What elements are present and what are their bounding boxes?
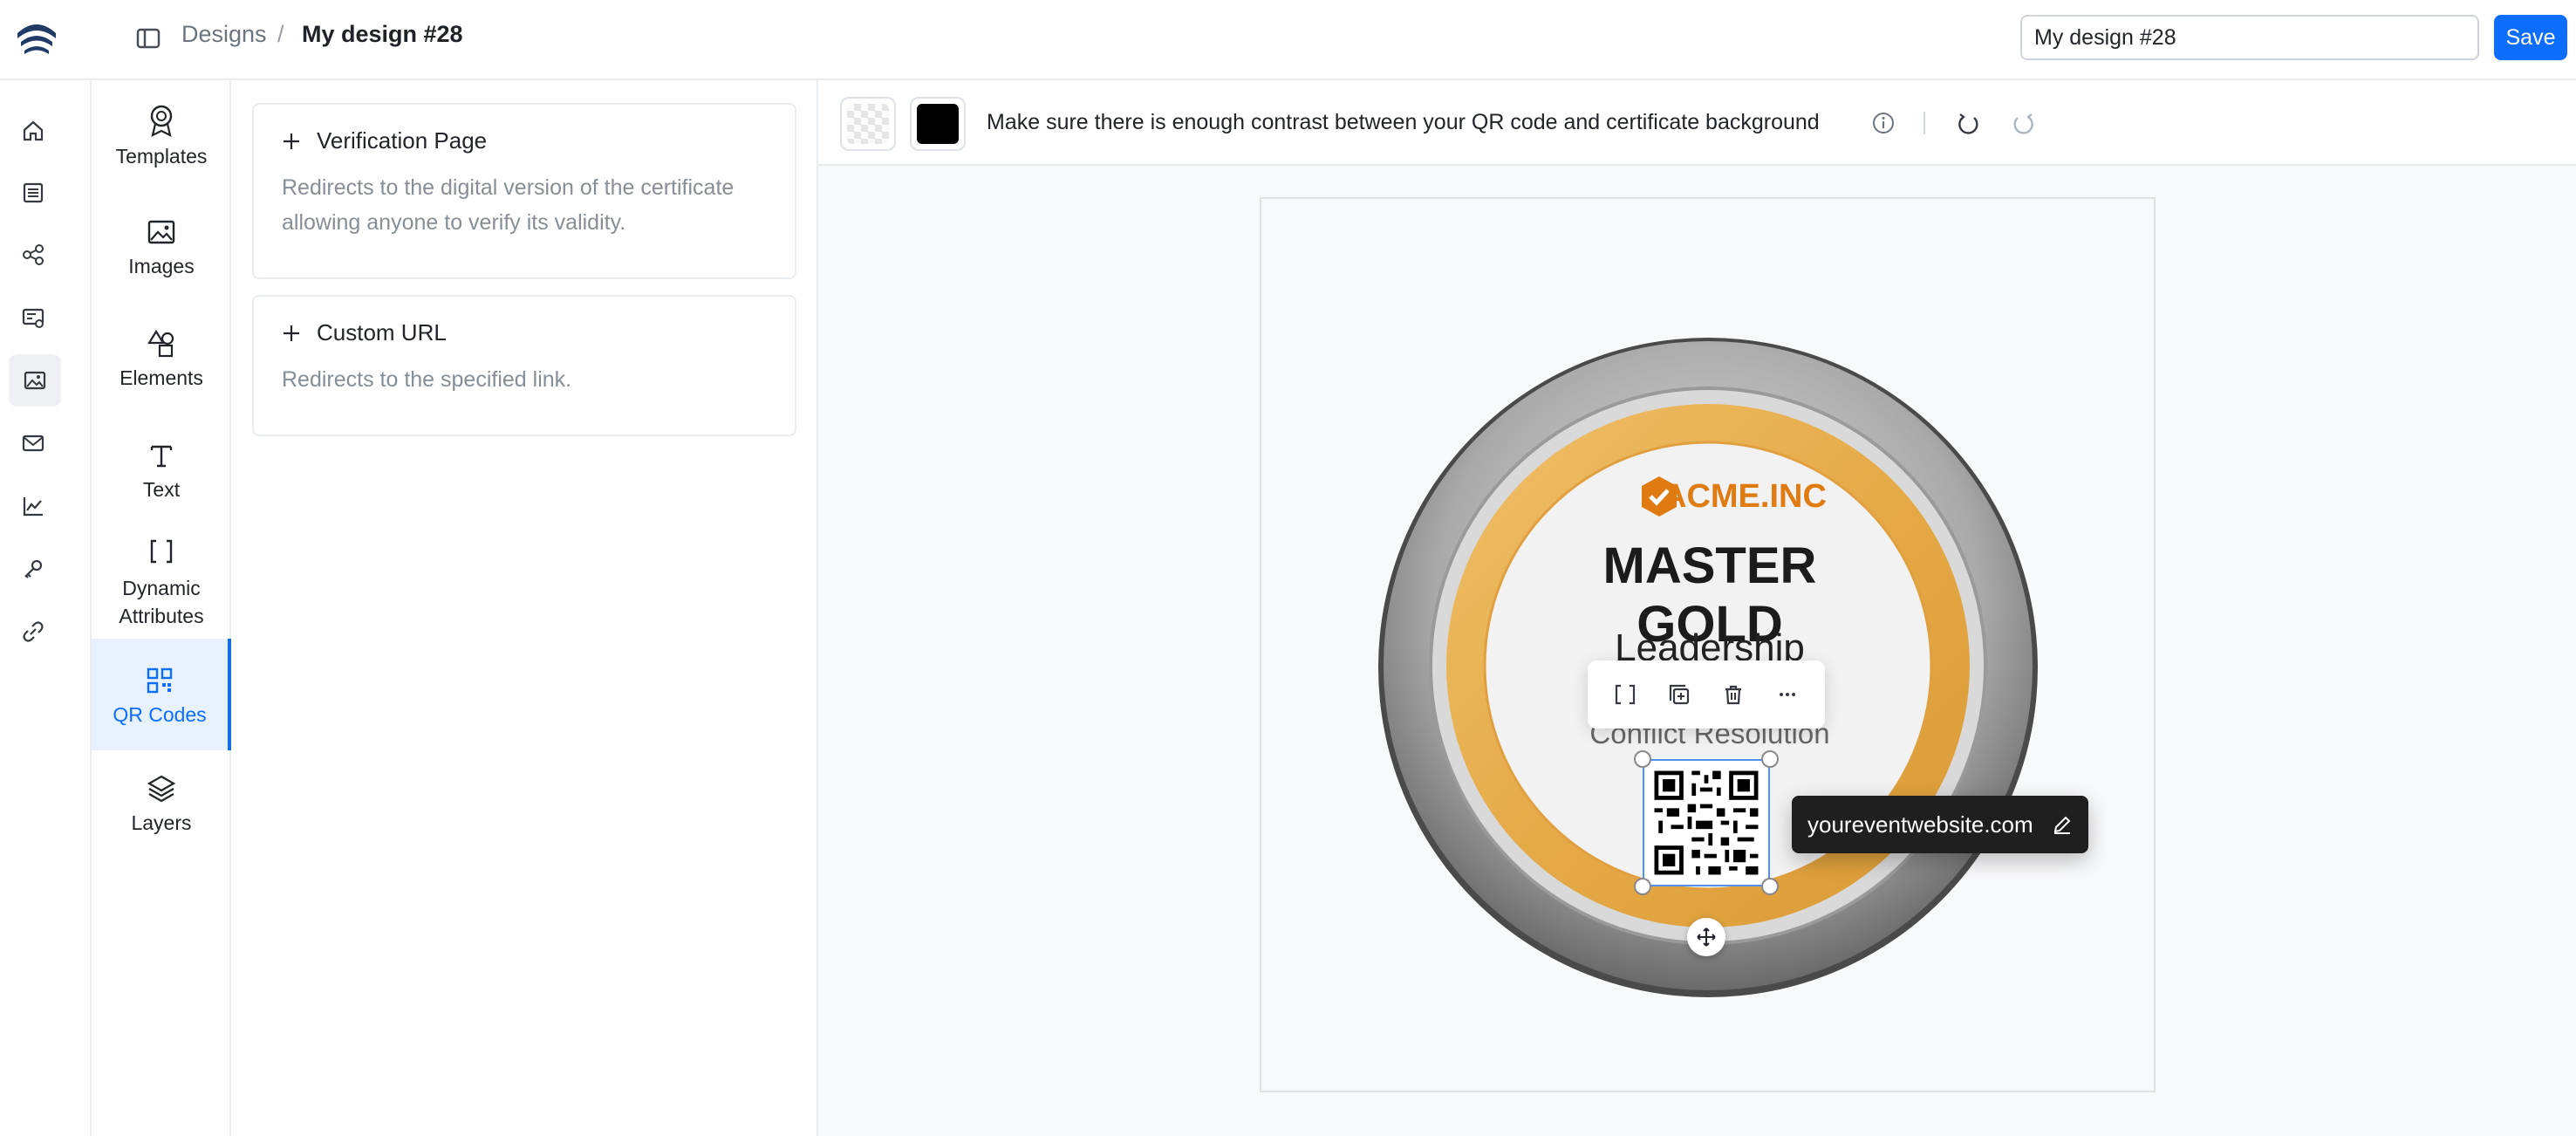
resize-handle-bottom-right[interactable] [1761,878,1779,895]
info-icon[interactable] [1872,112,1895,134]
resize-handle-top-left[interactable] [1634,750,1651,768]
tool-text[interactable]: Text [92,440,231,502]
image-icon [147,220,175,244]
element-toolbar [1588,660,1825,729]
tool-templates[interactable]: Templates [92,103,231,168]
tool-label: Images [128,255,195,277]
card-title: Custom URL [317,319,447,346]
shapes-icon [147,329,174,358]
more-icon[interactable] [1774,681,1800,708]
toolbar-divider [1923,112,1925,134]
chart-line-icon[interactable] [17,490,49,522]
tool-label: Elements [120,366,203,389]
undo-icon[interactable] [1955,111,1981,137]
tool-dynamic-attributes[interactable]: Dynamic Attributes [92,536,231,630]
qr-url-tooltip: youreventwebsite.com [1792,796,2088,853]
tool-layers[interactable]: Layers [92,773,231,835]
move-handle-icon[interactable] [1687,918,1725,956]
resize-handle-top-right[interactable] [1761,750,1779,768]
brackets-icon [150,539,173,564]
award-icon [150,105,173,138]
verification-page-card[interactable]: Verification Page Redirects to the digit… [252,103,796,279]
layers-icon [147,775,176,803]
plus-icon [284,133,299,149]
qr-icon [147,667,173,694]
list-icon[interactable] [17,177,49,209]
background-color-swatch[interactable] [840,97,896,151]
qr-code-image [1646,763,1766,883]
key-icon[interactable] [17,553,49,585]
cert-brand[interactable]: ACME.INC [1663,478,1827,516]
card-description: Redirects to the digital version of the … [282,175,735,235]
edit-icon[interactable] [2052,814,2073,835]
tool-label: Templates [115,145,208,168]
brackets-icon[interactable] [1612,681,1638,708]
tool-elements[interactable]: Elements [92,328,231,390]
nav-rail [0,80,92,1136]
image-icon[interactable] [9,354,61,407]
breadcrumb-separator: / [277,21,284,47]
design-name-input[interactable] [2020,15,2479,60]
tool-qr-codes[interactable]: QR Codes [92,639,231,750]
app-logo[interactable] [12,14,61,63]
breadcrumb-designs[interactable]: Designs [181,21,267,48]
qr-code-element[interactable] [1643,759,1770,886]
save-button[interactable]: Save [2494,15,2567,60]
custom-url-card[interactable]: Custom URL Redirects to the specified li… [252,295,796,436]
home-icon[interactable] [17,115,49,147]
card-description: Redirects to the specified link. [282,367,572,392]
qr-url-text: youreventwebsite.com [1807,811,2033,838]
top-bar: Designs / My design #28 Save [0,0,2576,80]
duplicate-icon[interactable] [1666,681,1692,708]
tool-label: Text [142,478,181,501]
text-icon [150,445,173,468]
link-icon[interactable] [17,616,49,647]
badge-id-icon[interactable] [17,302,49,333]
plus-icon [284,325,299,341]
trash-icon[interactable] [1720,681,1746,708]
tool-images[interactable]: Images [92,216,231,278]
mail-icon[interactable] [17,428,49,459]
contrast-hint: Make sure there is enough contrast betwe… [987,110,1820,134]
tool-label-line1: Dynamic [122,577,201,599]
tool-label: Layers [131,811,192,834]
breadcrumb-current: My design #28 [302,21,463,47]
share-nodes-icon[interactable] [17,239,49,270]
qr-options-panel: Verification Page Redirects to the digit… [231,80,818,1136]
card-title: Verification Page [317,127,488,154]
redo-icon[interactable] [2011,111,2037,137]
sidebar-toggle-icon[interactable] [133,23,164,54]
resize-handle-bottom-left[interactable] [1634,878,1651,895]
tool-label: QR Codes [113,703,207,726]
foreground-color-swatch[interactable] [910,97,966,151]
tools-sidebar: Templates Images Elements Text Dynamic A… [92,80,231,1136]
tool-label-line2: Attributes [119,605,204,627]
